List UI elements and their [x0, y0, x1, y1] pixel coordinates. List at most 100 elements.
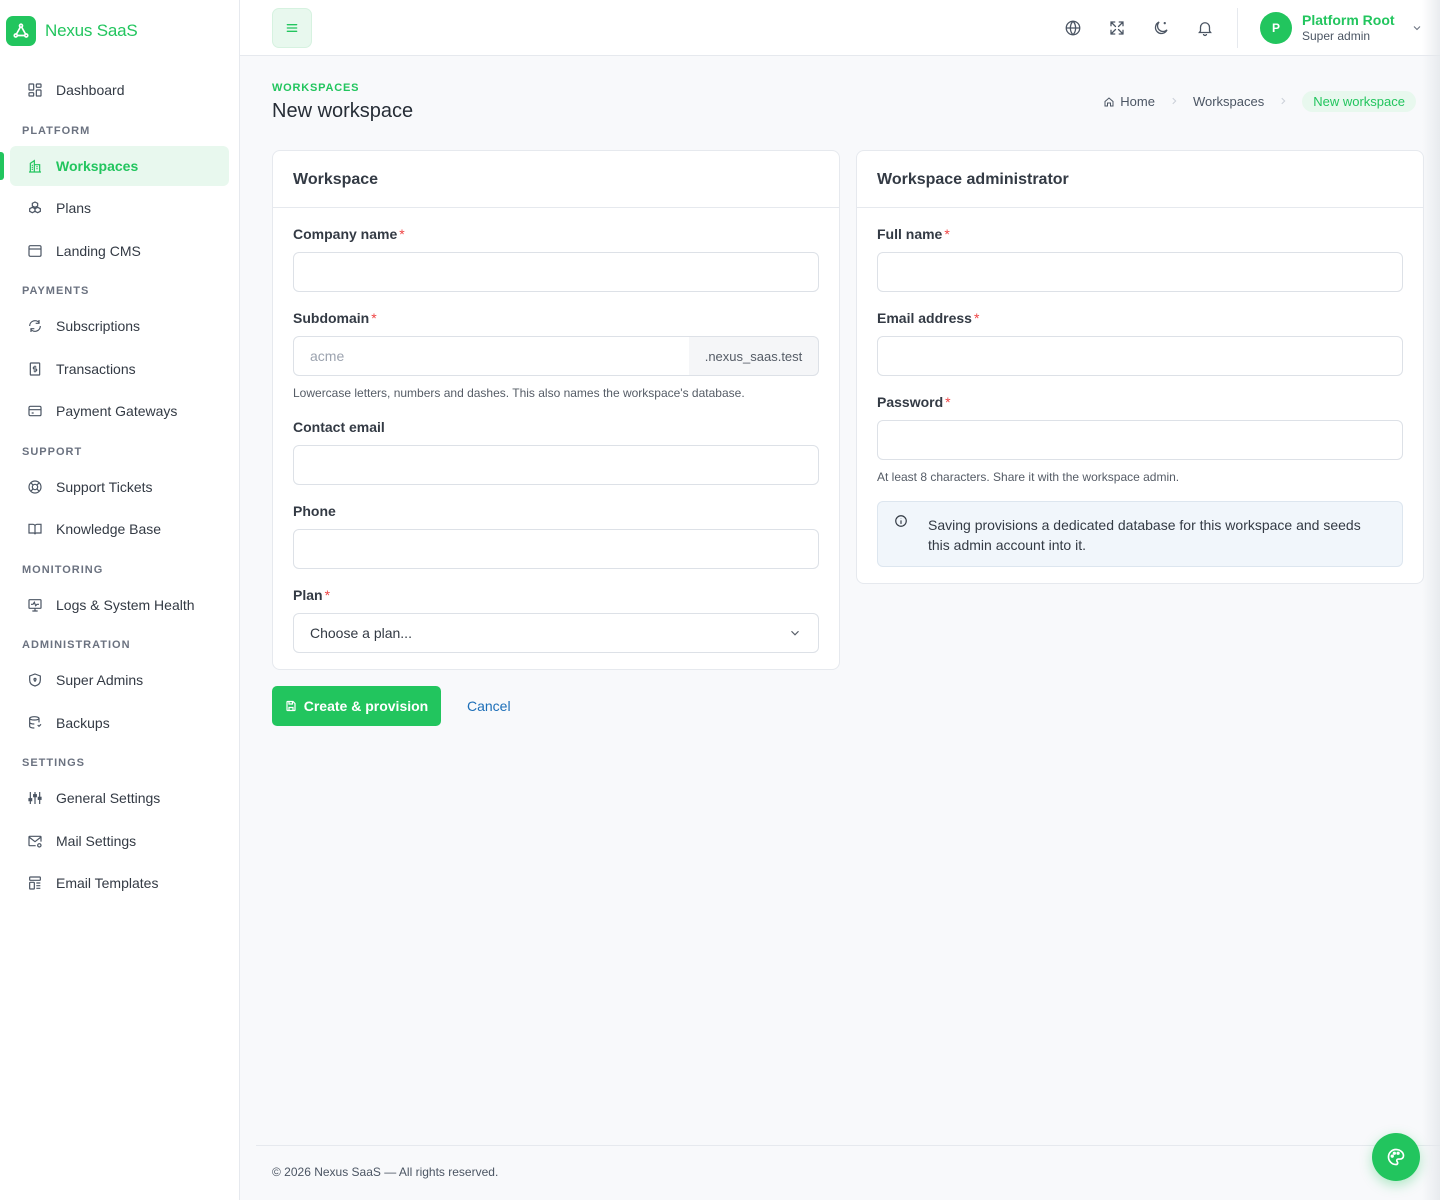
- sidebar-item-label: Logs & System Health: [56, 596, 195, 613]
- sidebar-item-workspaces[interactable]: Workspaces: [0, 145, 229, 186]
- topbar-divider: [1237, 8, 1238, 48]
- nav-section-monitoring: MONITORING: [22, 563, 104, 576]
- subdomain-suffix: .nexus_saas.test: [689, 336, 819, 376]
- sidebar-item-label: Backups: [56, 714, 110, 731]
- refresh-icon: [26, 317, 44, 335]
- password-input[interactable]: [877, 420, 1403, 460]
- sliders-icon: [26, 789, 44, 807]
- phone-input[interactable]: [293, 529, 819, 569]
- subdomain-help: Lowercase letters, numbers and dashes. T…: [293, 386, 745, 400]
- dashboard-icon: [26, 81, 44, 99]
- breadcrumb-current: New workspace: [1302, 91, 1416, 112]
- sidebar-item-backups[interactable]: Backups: [10, 703, 229, 743]
- plan-select-value: Choose a plan...: [310, 625, 412, 641]
- user-menu[interactable]: P Platform Root Super admin: [1260, 11, 1423, 45]
- monitor-pulse-icon: [26, 596, 44, 614]
- sidebar-item-logs[interactable]: Logs & System Health: [10, 585, 229, 625]
- sidebar-item-label: General Settings: [56, 790, 161, 806]
- sidebar-item-transactions[interactable]: Transactions: [10, 349, 229, 389]
- sidebar-item-label: Plans: [56, 200, 92, 216]
- home-icon: [1104, 96, 1114, 106]
- admin-card: Workspace administrator Full name * Email…: [856, 150, 1424, 584]
- menu-toggle-button[interactable]: [272, 8, 312, 48]
- mail-gear-icon: [26, 832, 44, 850]
- sidebar-item-label: Super Admins: [56, 672, 144, 688]
- sidebar-item-knowledge-base[interactable]: Knowledge Base: [10, 509, 229, 549]
- sidebar-item-label: Payment Gateways: [56, 403, 178, 419]
- full-name-input[interactable]: [877, 252, 1403, 292]
- palette-icon: [1387, 1148, 1405, 1166]
- sidebar-item-dashboard[interactable]: Dashboard: [10, 70, 229, 110]
- fullscreen-button[interactable]: [1098, 8, 1136, 48]
- company-name-input[interactable]: [293, 252, 819, 292]
- contact-email-input[interactable]: [293, 445, 819, 485]
- provision-info-alert: Saving provisions a dedicated database f…: [877, 501, 1403, 567]
- create-provision-label: Create & provision: [303, 698, 429, 714]
- breadcrumb-home[interactable]: Home: [1103, 94, 1155, 109]
- breadcrumb: Home Workspaces New workspace: [1103, 91, 1416, 112]
- email-label: Email address *: [877, 310, 980, 326]
- create-provision-button[interactable]: Create & provision: [272, 686, 441, 726]
- password-help: At least 8 characters. Share it with the…: [877, 470, 1180, 484]
- sidebar-item-payment-gateways[interactable]: Payment Gateways: [10, 391, 229, 431]
- plan-label: Plan *: [293, 587, 331, 603]
- sidebar-item-email-templates[interactable]: Email Templates: [10, 863, 229, 903]
- database-icon: [26, 714, 44, 732]
- topbar: P Platform Root Super admin: [240, 0, 1440, 56]
- brand[interactable]: Nexus SaaS: [0, 0, 239, 62]
- page-title: New workspace: [272, 100, 414, 122]
- avatar: P: [1260, 12, 1292, 44]
- nav-section-platform: PLATFORM: [22, 124, 91, 137]
- page-edge-shade: [1422, 0, 1440, 1200]
- shield-icon: [26, 671, 44, 689]
- moon-icon: [1154, 21, 1168, 35]
- sidebar-item-subscriptions[interactable]: Subscriptions: [10, 306, 229, 346]
- card-title: Workspace: [273, 151, 839, 208]
- sidebar-item-label: Mail Settings: [56, 832, 137, 849]
- book-open-icon: [26, 520, 44, 538]
- theme-customizer-button[interactable]: [1372, 1133, 1420, 1181]
- subdomain-input[interactable]: acme: [293, 336, 690, 376]
- brand-logo-icon: [6, 16, 36, 46]
- theme-toggle-button[interactable]: [1142, 8, 1180, 48]
- sidebar-item-mail-settings[interactable]: Mail Settings: [10, 821, 229, 861]
- sidebar-item-label: Workspaces: [56, 157, 139, 174]
- sidebar-item-label: Landing CMS: [56, 242, 141, 259]
- chevron-right-icon: [1169, 94, 1179, 109]
- workspace-card: Workspace Company name * Subdomain * acme …: [272, 150, 840, 670]
- language-button[interactable]: [1054, 8, 1092, 48]
- company-name-label: Company name *: [293, 226, 405, 242]
- sidebar-item-plans[interactable]: Plans: [10, 188, 229, 228]
- sidebar-item-super-admins[interactable]: Super Admins: [10, 660, 229, 700]
- email-input[interactable]: [877, 336, 1403, 376]
- full-name-label: Full name *: [877, 226, 950, 242]
- nav-section-settings: SETTINGS: [22, 757, 86, 769]
- sidebar-item-support-tickets[interactable]: Support Tickets: [10, 467, 229, 507]
- sidebar-item-label: Email Templates: [56, 875, 159, 891]
- breadcrumb-label: Home: [1120, 94, 1155, 109]
- sidebar-item-landing-cms[interactable]: Landing CMS: [10, 231, 229, 271]
- boxes-icon: [26, 199, 44, 217]
- sidebar-item-label: Transactions: [56, 360, 136, 377]
- footer-copyright: © 2026 Nexus SaaS — All rights reserved.: [272, 1165, 499, 1179]
- breadcrumb-workspaces[interactable]: Workspaces: [1193, 94, 1264, 109]
- sidebar-item-general-settings[interactable]: General Settings: [10, 778, 229, 818]
- cancel-link[interactable]: Cancel: [467, 698, 511, 714]
- building-icon: [26, 157, 44, 175]
- nav-section-administration: ADMINISTRATION: [22, 639, 131, 651]
- info-icon: [895, 515, 907, 527]
- receipt-icon: [26, 360, 44, 378]
- template-icon: [26, 874, 44, 892]
- sidebar-item-label: Subscriptions: [56, 318, 141, 334]
- sidebar-nav: Dashboard PLATFORM Workspaces Plans Land…: [0, 62, 239, 903]
- expand-icon: [1110, 21, 1124, 35]
- plan-select[interactable]: Choose a plan...: [293, 613, 819, 653]
- brand-name: Nexus SaaS: [45, 21, 138, 40]
- credit-card-icon: [26, 402, 44, 420]
- user-role: Super admin: [1302, 29, 1371, 43]
- sidebar: Nexus SaaS Dashboard PLATFORM Workspaces…: [0, 0, 240, 1200]
- bell-icon: [1198, 22, 1212, 37]
- browser-icon: [26, 242, 44, 260]
- notifications-button[interactable]: [1186, 8, 1224, 48]
- alert-text: Saving provisions a dedicated database f…: [928, 517, 1361, 553]
